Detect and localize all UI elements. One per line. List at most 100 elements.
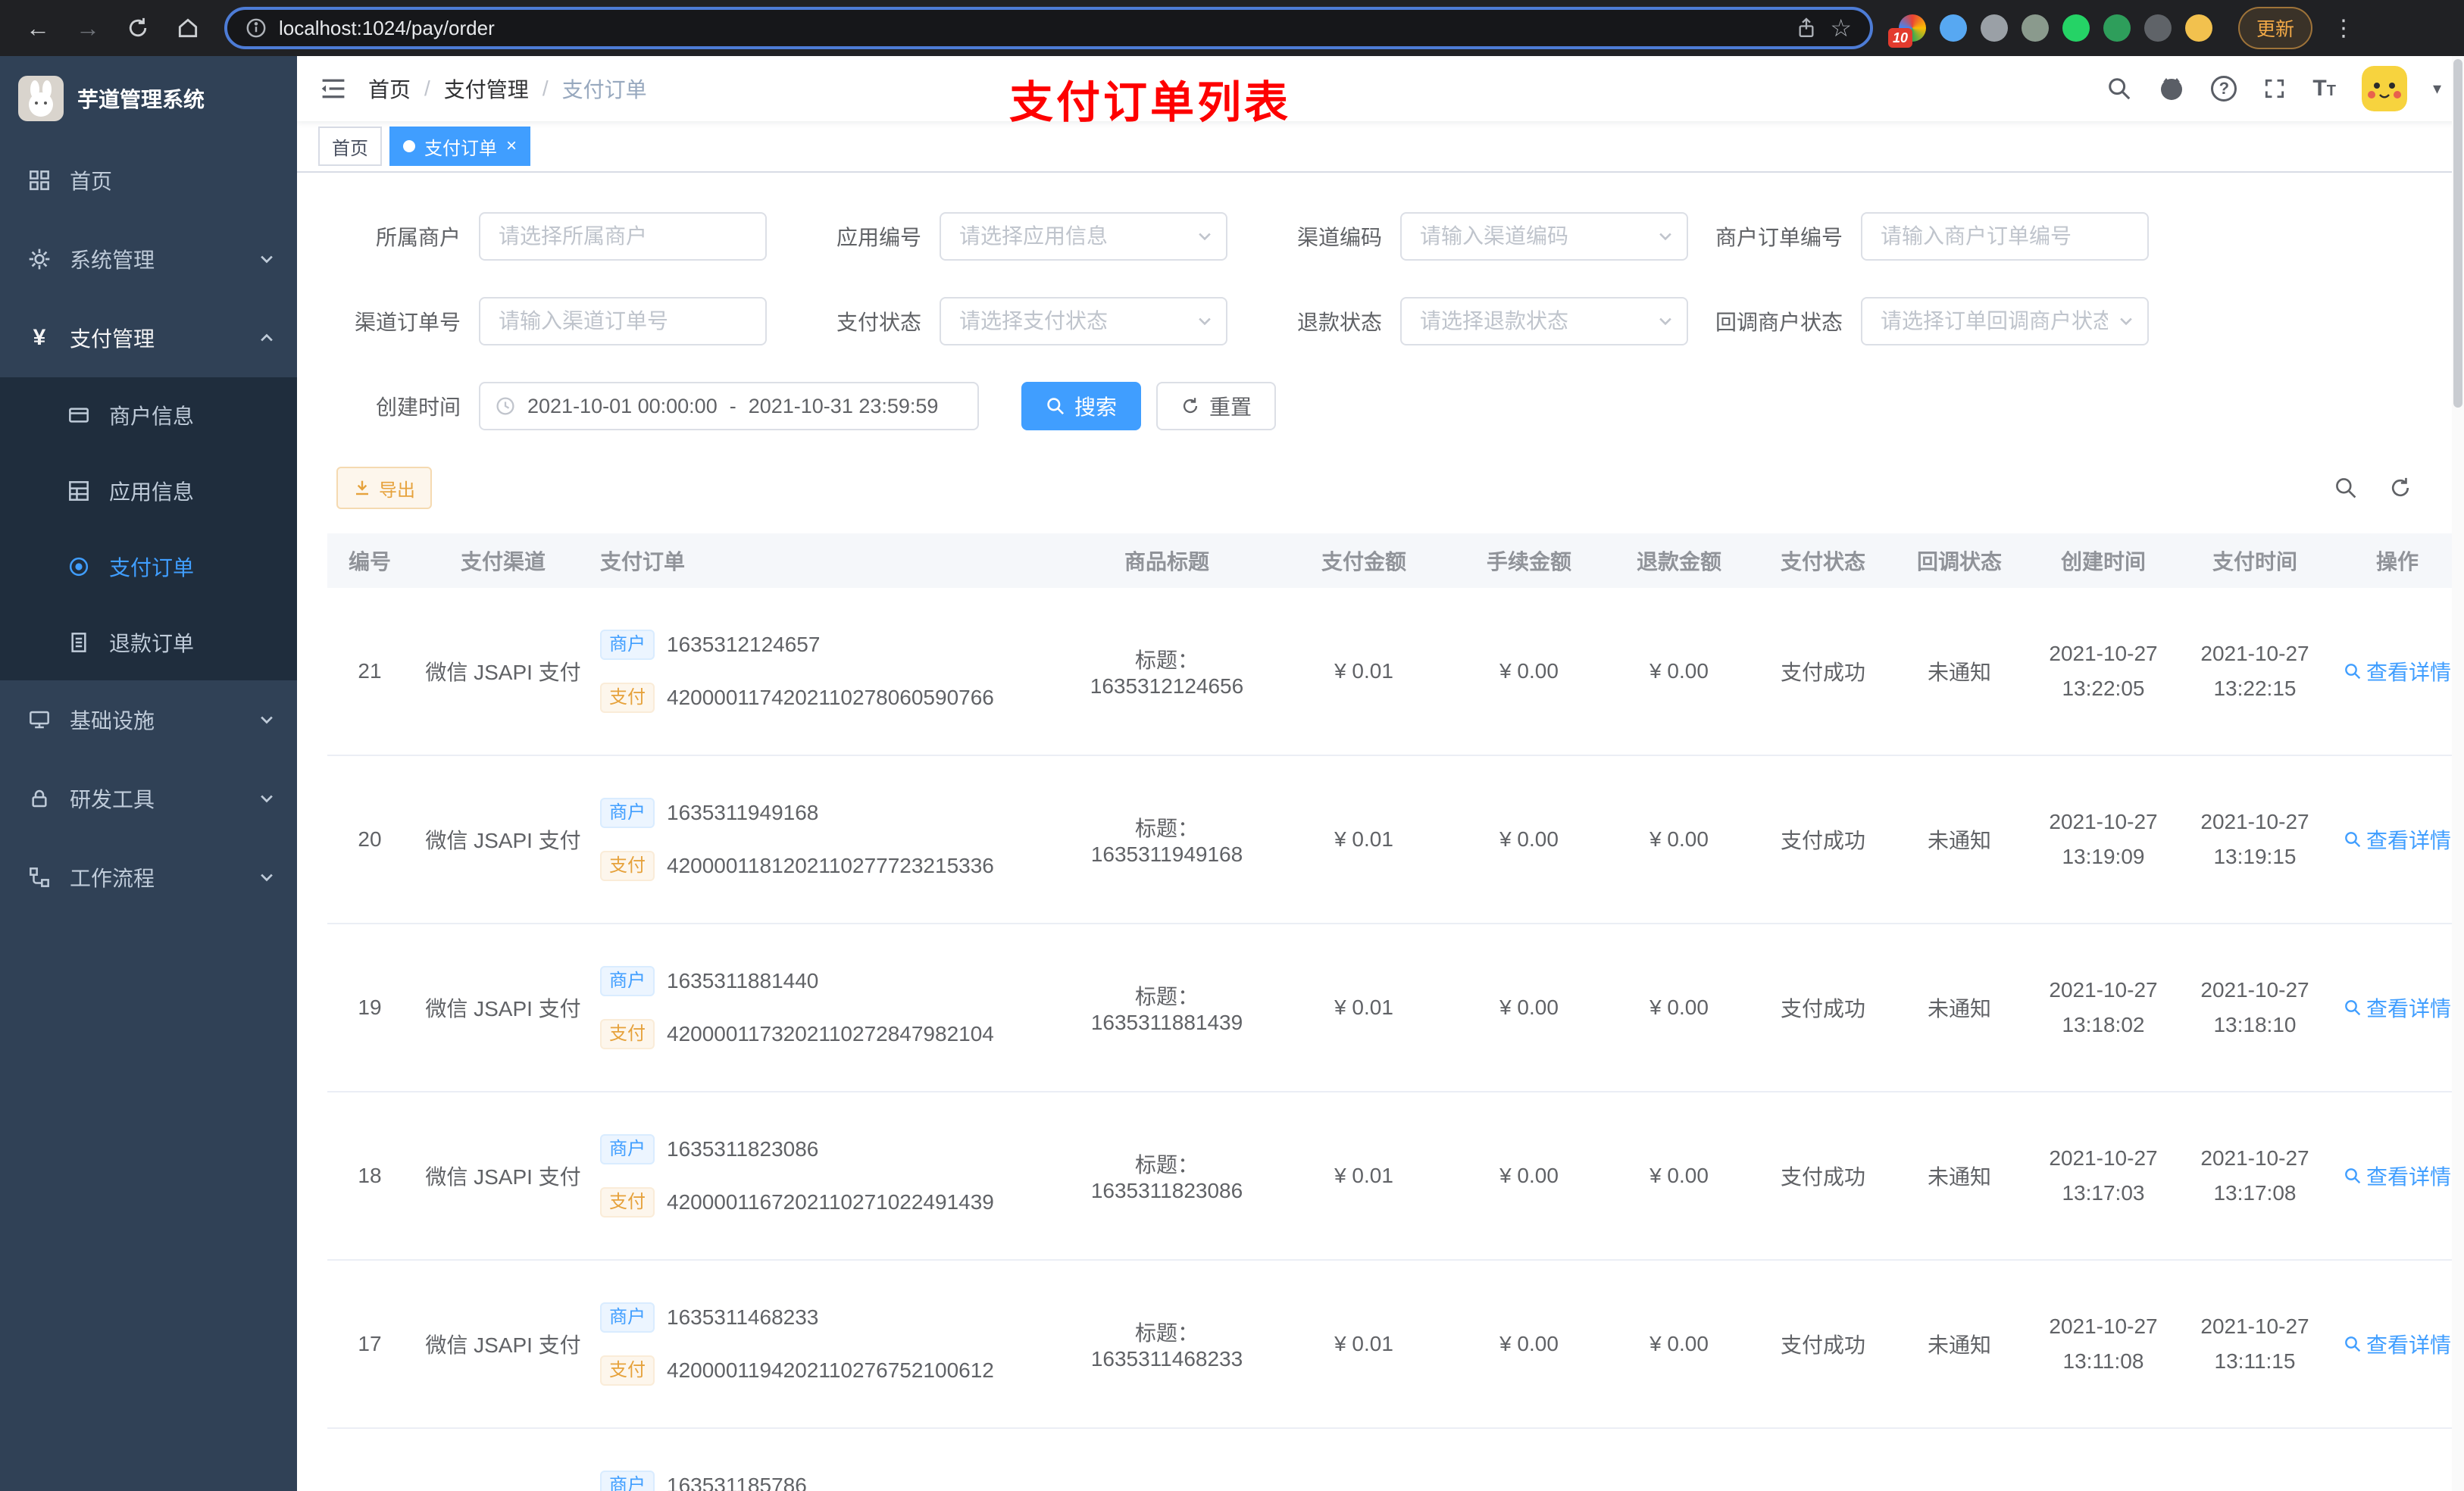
date-start[interactable]: 2021-10-01 00:00:00 [527, 395, 718, 418]
extension-icon[interactable]: 10 [1888, 14, 1926, 48]
view-detail-link[interactable]: 查看详情 [2344, 656, 2451, 686]
breadcrumb-payment[interactable]: 支付管理 [444, 73, 529, 104]
clock-icon [496, 396, 515, 416]
cell-status: 支付成功 [1780, 829, 1865, 852]
close-icon[interactable]: × [506, 137, 517, 155]
view-detail-link[interactable]: 查看详情 [2344, 992, 2451, 1023]
sidebar-item-workflow[interactable]: 工作流程 [0, 838, 297, 917]
channel-order-no-input[interactable] [480, 299, 765, 344]
merchant-order-no-field[interactable] [1861, 212, 2149, 261]
col-channel: 支付渠道 [460, 550, 546, 574]
toggle-search-icon[interactable] [2334, 476, 2358, 500]
cell-actions: 查看详情 [2331, 1161, 2464, 1191]
refresh-table-icon[interactable] [2388, 476, 2412, 500]
col-status: 支付状态 [1780, 550, 1865, 574]
sidebar-item-system[interactable]: 系统管理 [0, 220, 297, 299]
sidebar-logo[interactable]: 芋道管理系统 [0, 56, 297, 141]
channel-code-select[interactable] [1400, 212, 1688, 261]
url-text[interactable]: localhost:1024/pay/order [279, 17, 495, 40]
browser-forward-icon[interactable]: → [68, 8, 108, 48]
sidebar-item-app-info[interactable]: 应用信息 [0, 453, 297, 529]
sidebar-item-infra[interactable]: 基础设施 [0, 680, 297, 759]
extension-icon[interactable] [2103, 14, 2131, 42]
extension-icon[interactable] [1940, 14, 1967, 42]
merchant-order-no-input[interactable] [1862, 214, 2147, 259]
cell-channel: 微信 JSAPI 支付 [425, 829, 581, 852]
sidebar-item-pay-order[interactable]: 支付订单 [0, 529, 297, 605]
sidebar-item-refund-order[interactable]: 退款订单 [0, 605, 297, 680]
magnifier-icon [2344, 662, 2362, 680]
pay-status-select[interactable] [940, 297, 1227, 345]
notify-status-select[interactable] [1861, 297, 2149, 345]
github-icon[interactable] [2158, 75, 2185, 102]
date-range-picker[interactable]: 2021-10-01 00:00:00 - 2021-10-31 23:59:5… [479, 382, 979, 430]
chrome-menu-icon[interactable]: ⋮ [2332, 15, 2355, 42]
tab-label: 首页 [332, 138, 368, 159]
field-label: 渠道订单号 [354, 311, 461, 334]
extension-icon[interactable] [2022, 14, 2049, 42]
hamburger-icon[interactable] [320, 75, 347, 102]
field-label: 商户订单编号 [1715, 226, 1843, 249]
sidebar-item-payment[interactable]: ¥ 支付管理 [0, 299, 297, 377]
app-select[interactable] [940, 212, 1227, 261]
merchant-tag: 商户 [600, 798, 655, 828]
chevron-down-icon [1196, 227, 1214, 245]
scrollbar-thumb[interactable] [2453, 59, 2462, 408]
browser-home-icon[interactable] [168, 8, 208, 48]
extension-icon[interactable] [2144, 14, 2172, 42]
merchant-select[interactable] [479, 212, 767, 261]
search-icon[interactable] [2106, 76, 2132, 102]
channel-order-no-field[interactable] [479, 297, 767, 345]
share-icon[interactable] [1795, 17, 1818, 39]
fullscreen-icon[interactable] [2262, 77, 2287, 101]
sidebar-item-devtools[interactable]: 研发工具 [0, 759, 297, 838]
breadcrumb-home[interactable]: 首页 [368, 73, 411, 104]
view-detail-link[interactable]: 查看详情 [2344, 824, 2451, 855]
date-end[interactable]: 2021-10-31 23:59:59 [749, 395, 939, 418]
avatar-caret-icon[interactable]: ▾ [2433, 79, 2441, 98]
sidebar-item-home[interactable]: 首页 [0, 141, 297, 220]
app-select-input[interactable] [941, 214, 1226, 259]
search-button[interactable]: 搜索 [1021, 382, 1142, 430]
cell-pay-time: 2021-10-27 13:22:15 [2200, 642, 2309, 700]
help-icon[interactable]: ? [2211, 76, 2237, 102]
cell-order: 商户163531185786 支付 [594, 1471, 1061, 1491]
tab-pay-order[interactable]: 支付订单 × [389, 127, 531, 166]
view-detail-link[interactable]: 查看详情 [2344, 1329, 2451, 1359]
cell-create-time: 2021-10-27 13:19:09 [2049, 810, 2158, 868]
channel-order-no: 4200001194202110276752100612 [667, 1358, 994, 1382]
extension-icon[interactable] [2062, 14, 2090, 42]
merchant-order-no: 1635311823086 [667, 1137, 819, 1161]
refund-status-select[interactable] [1400, 297, 1688, 345]
extension-icon[interactable] [2185, 14, 2212, 42]
field-label: 回调商户状态 [1715, 311, 1843, 334]
pay-status-input[interactable] [941, 299, 1226, 344]
font-size-icon[interactable]: TT [2312, 76, 2336, 102]
browser-back-icon[interactable]: ← [18, 8, 58, 48]
browser-refresh-icon[interactable] [118, 8, 158, 48]
merchant-tag: 商户 [600, 630, 655, 660]
merchant-select-input[interactable] [480, 214, 765, 259]
user-avatar[interactable] [2361, 66, 2407, 111]
cell-order: 商户 1635311823086 支付 4200001167202110271022… [594, 1134, 1061, 1217]
cell-pay-time: 2021-10-27 13:19:15 [2200, 810, 2309, 868]
notify-status-input[interactable] [1862, 299, 2147, 344]
site-info-icon[interactable] [245, 17, 267, 39]
tab-home[interactable]: 首页 [318, 127, 382, 166]
cell-status: 支付成功 [1780, 1333, 1865, 1357]
sidebar-item-merchant-info[interactable]: 商户信息 [0, 377, 297, 453]
export-button[interactable]: 导出 [336, 467, 432, 509]
yen-icon: ¥ [33, 325, 46, 350]
url-bar[interactable]: localhost:1024/pay/order ☆ [224, 7, 1873, 49]
channel-code-input[interactable] [1402, 214, 1687, 259]
chrome-update-button[interactable]: 更新 [2238, 7, 2313, 49]
view-detail-link[interactable]: 查看详情 [2344, 1161, 2451, 1191]
field-label: 渠道编码 [1296, 226, 1382, 249]
extension-icon[interactable] [1981, 14, 2008, 42]
reset-button[interactable]: 重置 [1156, 382, 1277, 430]
refund-status-input[interactable] [1402, 299, 1687, 344]
chevron-down-icon [1656, 227, 1674, 245]
bookmark-star-icon[interactable]: ☆ [1830, 14, 1852, 42]
window-scrollbar[interactable] [2452, 56, 2464, 1491]
field-label: 应用编号 [836, 226, 921, 249]
